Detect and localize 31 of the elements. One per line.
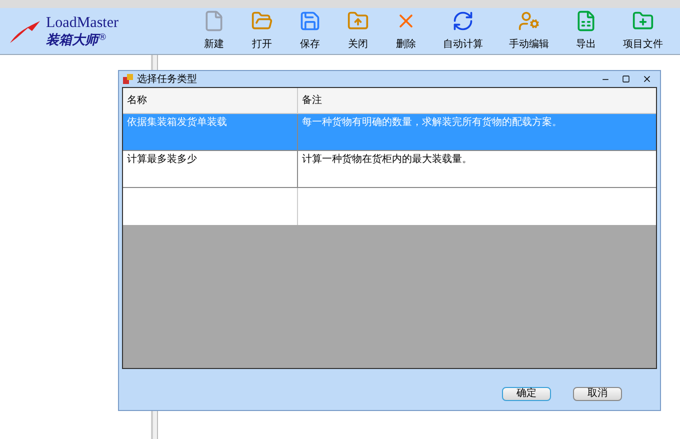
logo-subtitle: 装箱大师	[46, 34, 98, 46]
folder-arrow-icon	[347, 10, 369, 32]
spreadsheet-icon	[575, 10, 597, 32]
table-cell: 计算最多装多少	[123, 151, 298, 187]
toolbar-button[interactable]: 导出	[571, 10, 601, 52]
table-cell: 依据集装箱发货单装载	[123, 114, 298, 150]
column-header[interactable]: 名称	[123, 88, 298, 113]
refresh-icon	[452, 10, 474, 32]
dialog-title: 选择任务类型	[137, 72, 198, 86]
toolbar-button[interactable]: 自动计算	[439, 10, 487, 52]
table-row[interactable]: 计算最多装多少 计算一种货物在货柜内的最大装载量。	[123, 151, 656, 188]
table-cell-text: 每一种货物有明确的数量，求解装完所有货物的配载方案。	[301, 116, 563, 130]
toolbar-button[interactable]: 新建	[199, 10, 229, 52]
app-icon	[123, 74, 133, 84]
registered-mark: ®	[98, 34, 107, 42]
table-cell-text: 计算一种货物在货柜内的最大装载量。	[301, 152, 473, 167]
toolbar-button[interactable]: 删除	[391, 10, 421, 52]
folder-icon	[251, 10, 273, 32]
dialog-button[interactable]: 确定	[502, 387, 551, 401]
folder-plus-icon	[632, 10, 654, 32]
logo-name: LoadMaster	[46, 16, 118, 30]
toolbar-button[interactable]: 项目文件	[619, 10, 667, 52]
maximize-icon	[622, 75, 630, 83]
toolbar-button[interactable]: 关闭	[343, 10, 373, 52]
toolbar-button[interactable]: 打开	[247, 10, 277, 52]
toolbar-button[interactable]: 手动编辑	[505, 10, 553, 52]
dialog-button[interactable]: 取消	[573, 387, 622, 401]
close-icon	[642, 74, 652, 84]
column-header[interactable]: 备注	[298, 88, 656, 113]
user-gear-icon	[518, 10, 540, 32]
toolbar-button[interactable]: 保存	[295, 10, 325, 52]
